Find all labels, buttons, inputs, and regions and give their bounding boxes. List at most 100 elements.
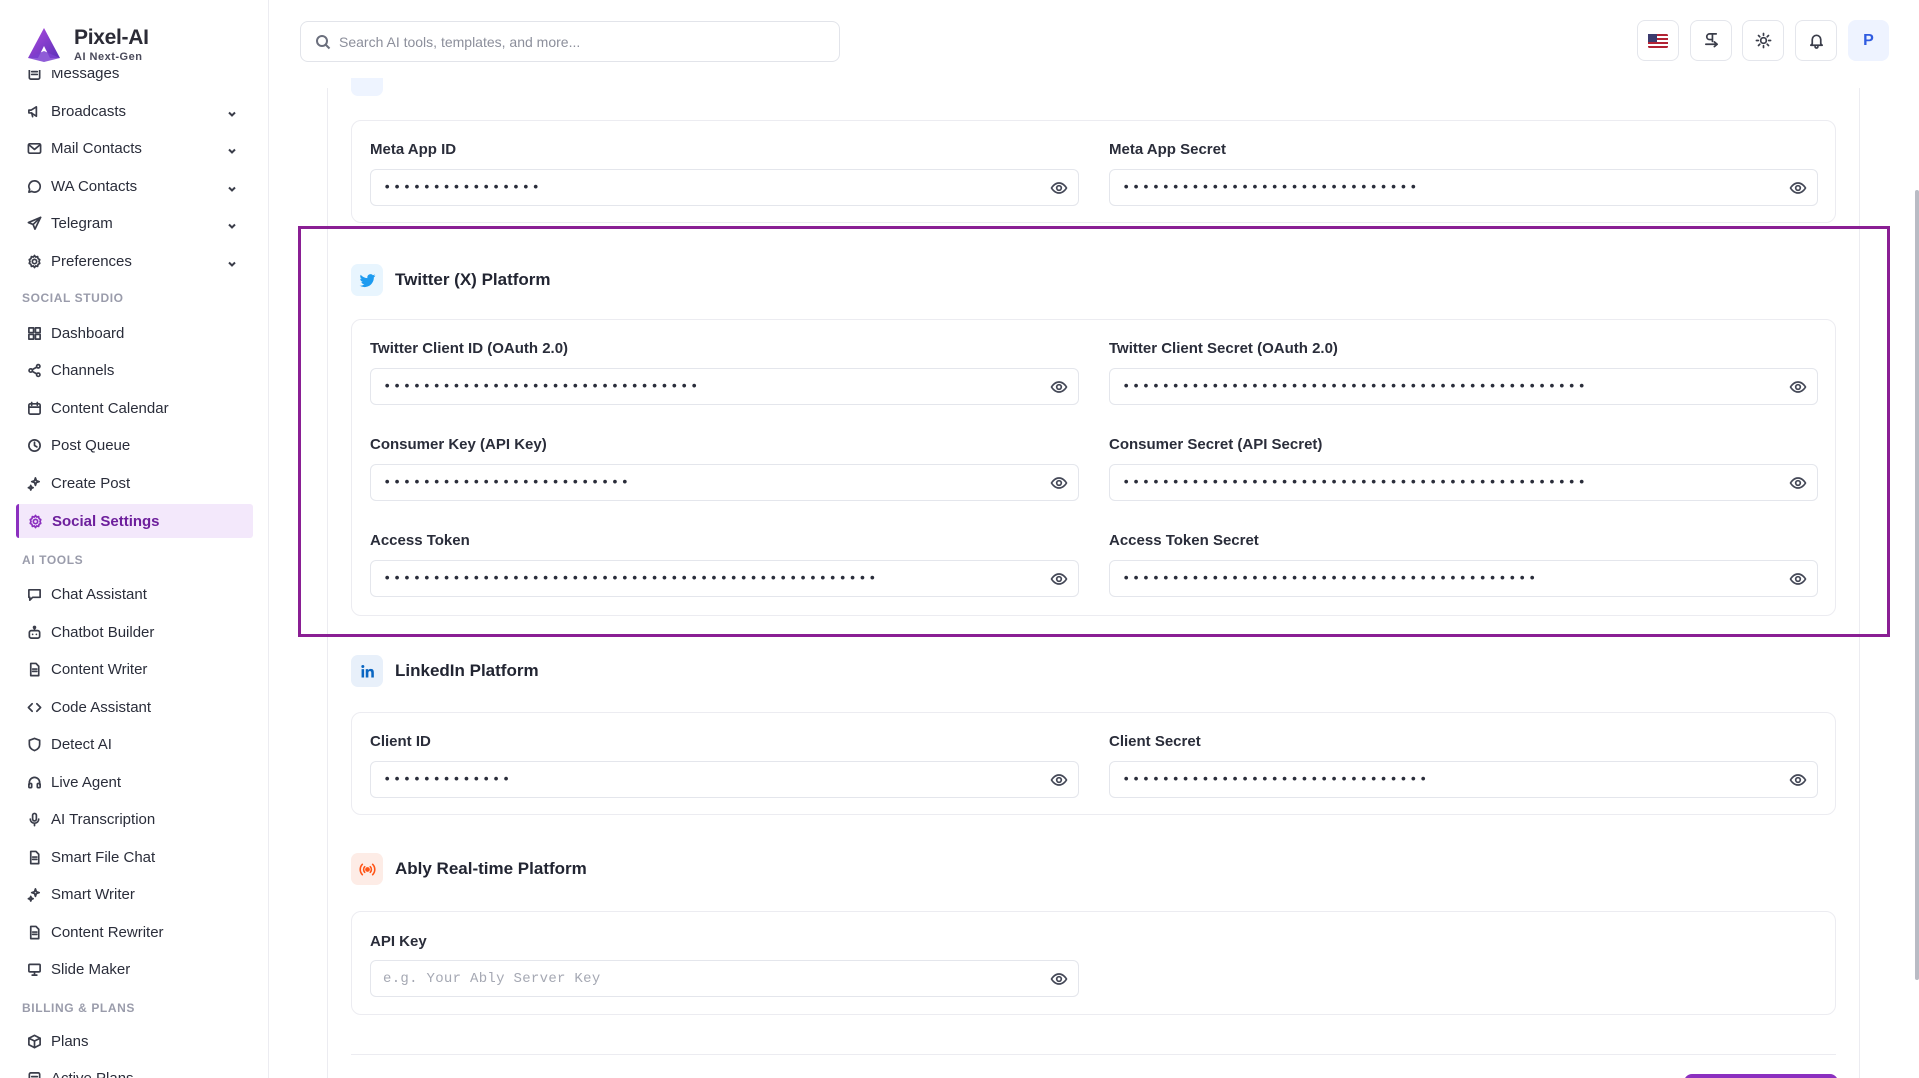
chevron-down-icon <box>227 218 237 229</box>
linkedin-client-id-label: Client ID <box>370 733 431 750</box>
linkedin-client-secret-field[interactable] <box>1109 761 1818 798</box>
highlight-box <box>298 226 1890 637</box>
clock-icon <box>26 437 42 453</box>
sidebar-item-social-settings[interactable]: Social Settings <box>16 504 253 538</box>
chevron-down-icon <box>227 143 237 154</box>
sidebar-item-post-queue[interactable]: Post Queue <box>16 428 253 462</box>
sidebar-item-content-writer[interactable]: Content Writer <box>16 652 253 686</box>
sidebar-item-detect-ai[interactable]: Detect AI <box>16 727 253 761</box>
linkedin-client-id-input[interactable] <box>383 762 1003 797</box>
linkedin-credentials-card: Client ID Client Secret <box>351 712 1836 815</box>
sidebar-item-label: Broadcasts <box>51 102 127 120</box>
eye-icon[interactable] <box>1050 179 1068 197</box>
meta-app-secret-input[interactable] <box>1122 170 1742 205</box>
sidebar-item-channels[interactable]: Channels <box>16 353 253 387</box>
search-input[interactable] <box>339 33 819 50</box>
mail-icon <box>26 140 42 156</box>
theme-toggle-button[interactable] <box>1742 20 1784 61</box>
meta-app-secret-field[interactable] <box>1109 169 1818 206</box>
ably-api-key-field[interactable] <box>370 960 1079 997</box>
sparkle-icon <box>26 886 42 902</box>
sparkle-icon <box>26 475 42 491</box>
sidebar-item-live-agent[interactable]: Live Agent <box>16 765 253 799</box>
list-icon <box>26 1070 42 1078</box>
divider <box>351 1054 1836 1055</box>
sidebar-item-label: Smart Writer <box>51 885 135 903</box>
eye-icon[interactable] <box>1789 771 1807 789</box>
ably-api-key-input[interactable] <box>383 961 1003 996</box>
chevron-down-icon <box>227 181 237 192</box>
sidebar-item-create-post[interactable]: Create Post <box>16 466 253 500</box>
sidebar-item-wa-contacts[interactable]: WA Contacts <box>16 169 253 203</box>
sidebar-item-smart-file-chat[interactable]: Smart File Chat <box>16 840 253 874</box>
brand[interactable]: Pixel-AI AI Next-Gen <box>24 20 264 70</box>
section-label-social-studio: SOCIAL STUDIO <box>22 291 124 305</box>
search-bar[interactable] <box>300 21 840 62</box>
sidebar-item-label: Content Calendar <box>51 399 169 417</box>
linkedin-client-id-field[interactable] <box>370 761 1079 798</box>
broadcast-icon <box>351 853 383 885</box>
meta-app-id-input[interactable] <box>383 170 1003 205</box>
ably-credentials-card: API Key <box>351 911 1836 1015</box>
eye-icon[interactable] <box>1050 970 1068 988</box>
text-direction-button[interactable] <box>1690 20 1732 61</box>
sidebar-item-mail-contacts[interactable]: Mail Contacts <box>16 131 253 165</box>
sidebar-item-content-calendar[interactable]: Content Calendar <box>16 391 253 425</box>
scrollbar[interactable] <box>1915 190 1919 980</box>
mic-icon <box>26 811 42 827</box>
sidebar: Messages Broadcasts Mail Contacts WA Con… <box>0 0 269 1078</box>
sidebar-item-dashboard[interactable]: Dashboard <box>16 316 253 350</box>
sidebar-item-content-rewriter[interactable]: Content Rewriter <box>16 915 253 949</box>
search-icon <box>316 34 331 49</box>
linkedin-platform-header: LinkedIn Platform <box>351 655 539 687</box>
sidebar-item-label: Mail Contacts <box>51 139 142 157</box>
notifications-button[interactable] <box>1795 20 1837 61</box>
section-label-ai-tools: AI TOOLS <box>22 553 84 567</box>
gear-icon <box>26 253 42 269</box>
sidebar-item-label: Slide Maker <box>51 960 131 978</box>
brand-tagline: AI Next-Gen <box>74 51 143 63</box>
meta-credentials-card: Meta App ID Meta App Secret <box>351 120 1836 223</box>
chevron-down-icon <box>227 256 237 267</box>
sidebar-item-active-plans[interactable]: Active Plans <box>16 1061 253 1078</box>
sidebar-item-preferences[interactable]: Preferences <box>16 244 253 278</box>
text-direction-icon <box>1704 33 1718 48</box>
save-settings-button[interactable] <box>1684 1074 1838 1078</box>
gear-icon <box>27 513 43 529</box>
eye-icon[interactable] <box>1050 771 1068 789</box>
document-icon <box>26 661 42 677</box>
ably-api-key-label: API Key <box>370 933 427 950</box>
sidebar-item-label: Detect AI <box>51 735 112 753</box>
sidebar-item-label: Dashboard <box>51 324 125 342</box>
headset-icon <box>26 774 42 790</box>
sidebar-item-slide-maker[interactable]: Slide Maker <box>16 952 253 986</box>
sidebar-item-smart-writer[interactable]: Smart Writer <box>16 877 253 911</box>
sidebar-item-label: Preferences <box>51 252 132 270</box>
share-icon <box>26 362 42 378</box>
eye-icon[interactable] <box>1789 179 1807 197</box>
sidebar-item-chatbot-builder[interactable]: Chatbot Builder <box>16 615 253 649</box>
sidebar-item-label: Live Agent <box>51 773 122 791</box>
section-label-billing-plans: BILLING & PLANS <box>22 1001 135 1015</box>
sidebar-item-code-assistant[interactable]: Code Assistant <box>16 690 253 724</box>
sidebar-item-label: Chat Assistant <box>51 585 147 603</box>
sidebar-item-label: Active Plans <box>51 1069 134 1078</box>
us-flag-icon <box>1648 33 1668 48</box>
sidebar-item-broadcasts[interactable]: Broadcasts <box>16 94 253 128</box>
send-icon <box>26 215 42 231</box>
linkedin-client-secret-input[interactable] <box>1122 762 1742 797</box>
megaphone-icon <box>26 103 42 119</box>
user-avatar[interactable]: P <box>1848 20 1889 61</box>
bell-icon <box>1809 34 1823 49</box>
sidebar-item-chat-assistant[interactable]: Chat Assistant <box>16 577 253 611</box>
sidebar-item-telegram[interactable]: Telegram <box>16 206 253 240</box>
language-button[interactable] <box>1637 20 1679 61</box>
meta-app-id-field[interactable] <box>370 169 1079 206</box>
document-icon <box>26 924 42 940</box>
sidebar-item-ai-transcription[interactable]: AI Transcription <box>16 802 253 836</box>
sidebar-item-label: Channels <box>51 361 115 379</box>
chat-icon <box>26 586 42 602</box>
linkedin-icon <box>351 655 383 687</box>
chat-bubble-icon <box>26 178 42 194</box>
sidebar-item-plans[interactable]: Plans <box>16 1024 253 1058</box>
